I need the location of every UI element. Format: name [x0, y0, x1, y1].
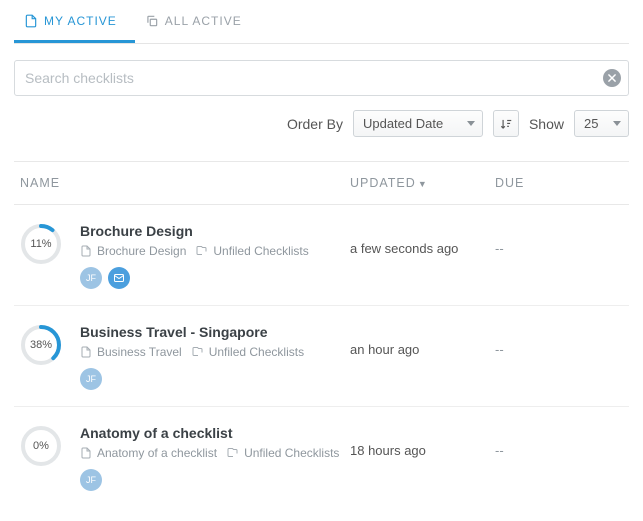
mail-icon [113, 272, 125, 284]
updated-value: an hour ago [350, 324, 495, 357]
progress-ring: 38% [20, 324, 62, 366]
checklist-table: NAME UPDATED▼ DUE 11% Brochure Design Br… [14, 161, 629, 507]
avatar-badge[interactable]: JF [80, 368, 102, 390]
template-icon [80, 346, 92, 358]
progress-ring: 0% [20, 425, 62, 467]
folder-icon [227, 447, 239, 459]
close-icon [607, 73, 617, 83]
mail-badge[interactable] [108, 267, 130, 289]
folder-meta[interactable]: Unfiled Checklists [192, 345, 304, 359]
controls: Order By Updated Date Show 25 [14, 110, 629, 137]
table-row[interactable]: 11% Brochure Design Brochure Design Unfi… [14, 205, 629, 306]
updated-value: 18 hours ago [350, 425, 495, 458]
template-meta[interactable]: Business Travel [80, 345, 182, 359]
orderby-value: Updated Date [363, 116, 443, 131]
tab-all-active[interactable]: ALL ACTIVE [135, 0, 260, 43]
folder-icon [192, 346, 204, 358]
avatar-badge[interactable]: JF [80, 469, 102, 491]
orderby-label: Order By [287, 116, 343, 132]
table-header: NAME UPDATED▼ DUE [14, 162, 629, 205]
checklist-title[interactable]: Business Travel - Singapore [80, 324, 350, 340]
folder-meta[interactable]: Unfiled Checklists [227, 446, 339, 460]
column-due[interactable]: DUE [495, 176, 623, 190]
checklist-title[interactable]: Brochure Design [80, 223, 350, 239]
updated-value: a few seconds ago [350, 223, 495, 256]
tab-my-active-label: MY ACTIVE [44, 14, 117, 28]
progress-text: 0% [20, 425, 62, 467]
table-row[interactable]: 0% Anatomy of a checklist Anatomy of a c… [14, 407, 629, 507]
show-label: Show [529, 116, 564, 132]
column-name[interactable]: NAME [20, 176, 350, 190]
show-select[interactable]: 25 [574, 110, 629, 137]
progress-ring: 11% [20, 223, 62, 265]
copy-icon [145, 14, 159, 28]
folder-meta[interactable]: Unfiled Checklists [196, 244, 308, 258]
table-row[interactable]: 38% Business Travel - Singapore Business… [14, 306, 629, 407]
template-meta[interactable]: Brochure Design [80, 244, 186, 258]
clear-search-button[interactable] [603, 69, 621, 87]
caret-down-icon [613, 121, 621, 126]
show-value: 25 [584, 116, 598, 131]
template-icon [80, 245, 92, 257]
search-row [14, 60, 629, 96]
template-meta[interactable]: Anatomy of a checklist [80, 446, 217, 460]
folder-icon [196, 245, 208, 257]
sort-indicator-icon: ▼ [418, 179, 428, 189]
document-icon [24, 14, 38, 28]
sort-desc-icon [499, 117, 513, 131]
orderby-select[interactable]: Updated Date [353, 110, 483, 137]
due-value: -- [495, 223, 623, 256]
due-value: -- [495, 324, 623, 357]
tab-my-active[interactable]: MY ACTIVE [14, 0, 135, 43]
column-updated[interactable]: UPDATED▼ [350, 176, 495, 190]
template-icon [80, 447, 92, 459]
tabs: MY ACTIVE ALL ACTIVE [14, 0, 629, 44]
sort-direction-button[interactable] [493, 110, 519, 137]
avatar-badge[interactable]: JF [80, 267, 102, 289]
progress-text: 11% [20, 223, 62, 265]
search-input[interactable] [14, 60, 629, 96]
due-value: -- [495, 425, 623, 458]
checklist-title[interactable]: Anatomy of a checklist [80, 425, 350, 441]
caret-down-icon [467, 121, 475, 126]
progress-text: 38% [20, 324, 62, 366]
tab-all-active-label: ALL ACTIVE [165, 14, 242, 28]
